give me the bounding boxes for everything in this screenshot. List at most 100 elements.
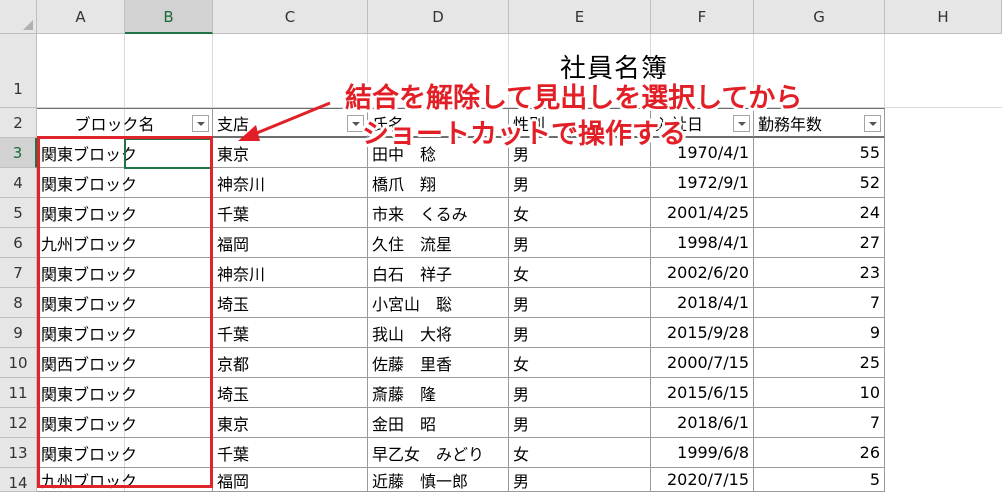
cell-gender[interactable]: 男 — [509, 228, 651, 258]
dropdown-arrow-icon[interactable] — [192, 115, 209, 132]
cell-name[interactable]: 佐藤 里香 — [368, 348, 509, 378]
column-header-g[interactable]: G — [754, 0, 885, 34]
cell-gender[interactable]: 女 — [509, 348, 651, 378]
column-header-d[interactable]: D — [368, 0, 509, 34]
cell-hire-date[interactable]: 2000/7/15 — [651, 348, 754, 378]
cell-years[interactable]: 9 — [754, 318, 885, 348]
cell-hire-date[interactable]: 2018/6/1 — [651, 408, 754, 438]
cell-name[interactable]: 我山 大将 — [368, 318, 509, 348]
row-header-5[interactable]: 5 — [0, 198, 37, 228]
cell-block[interactable]: 関東ブロック — [37, 318, 213, 348]
cell-hire-date[interactable]: 1998/4/1 — [651, 228, 754, 258]
cell-years[interactable]: 25 — [754, 348, 885, 378]
row-header-3[interactable]: 3 — [0, 138, 37, 168]
cell-hire-date[interactable]: 2015/6/15 — [651, 378, 754, 408]
cell-branch[interactable]: 千葉 — [213, 318, 368, 348]
row-header-13[interactable]: 13 — [0, 438, 37, 468]
cell-name[interactable]: 近藤 慎一郎 — [368, 468, 509, 492]
cell-hire-date[interactable]: 2002/6/20 — [651, 258, 754, 288]
row-header-14[interactable]: 14 — [0, 468, 37, 492]
cell-years[interactable]: 52 — [754, 168, 885, 198]
cell-block[interactable]: 関西ブロック — [37, 348, 213, 378]
cell-hire-date[interactable]: 2001/4/25 — [651, 198, 754, 228]
cell-gender[interactable]: 男 — [509, 408, 651, 438]
cell-name[interactable]: 白石 祥子 — [368, 258, 509, 288]
cell-branch[interactable]: 神奈川 — [213, 258, 368, 288]
cell-name[interactable]: 市来 くるみ — [368, 198, 509, 228]
cell-years[interactable]: 23 — [754, 258, 885, 288]
cell-branch[interactable]: 京都 — [213, 348, 368, 378]
cell-hire-date[interactable]: 1999/6/8 — [651, 438, 754, 468]
header-cell-block[interactable]: ブロック名 — [37, 108, 213, 138]
cell-branch[interactable]: 千葉 — [213, 198, 368, 228]
cell-branch[interactable]: 埼玉 — [213, 378, 368, 408]
cell-years[interactable]: 55 — [754, 138, 885, 168]
cell-name[interactable]: 久住 流星 — [368, 228, 509, 258]
cell-years[interactable]: 7 — [754, 288, 885, 318]
cell-branch[interactable]: 福岡 — [213, 228, 368, 258]
cell-name[interactable]: 早乙女 みどり — [368, 438, 509, 468]
callout-line-1: 結合を解除して見出しを選択してから — [345, 83, 803, 114]
row-header-12[interactable]: 12 — [0, 408, 37, 438]
row-header-11[interactable]: 11 — [0, 378, 37, 408]
callout-arrow — [238, 101, 331, 141]
row-header-9[interactable]: 9 — [0, 318, 37, 348]
row-header-2[interactable]: 2 — [0, 108, 37, 138]
row-header-1[interactable]: 1 — [0, 34, 37, 108]
cell-gender[interactable]: 男 — [509, 288, 651, 318]
cell-branch[interactable]: 福岡 — [213, 468, 368, 492]
cell-gender[interactable]: 男 — [509, 468, 651, 492]
column-header-c[interactable]: C — [213, 0, 368, 34]
column-header-f[interactable]: F — [651, 0, 754, 34]
cell-block[interactable]: 関東ブロック — [37, 168, 213, 198]
dropdown-arrow-icon[interactable] — [864, 115, 881, 132]
callout-line-2: ショートカットで操作する — [362, 119, 686, 150]
cell-block[interactable]: 関東ブロック — [37, 378, 213, 408]
row-header-7[interactable]: 7 — [0, 258, 37, 288]
column-header-h[interactable]: H — [885, 0, 1002, 34]
spreadsheet-grid: A B C D E F G H 1 2 3 4 5 6 7 8 9 10 11 … — [0, 0, 1002, 492]
select-all-corner[interactable] — [0, 0, 37, 34]
cell-name[interactable]: 金田 昭 — [368, 408, 509, 438]
column-header-b[interactable]: B — [125, 0, 213, 34]
cell-gender[interactable]: 男 — [509, 378, 651, 408]
dropdown-arrow-icon[interactable] — [733, 115, 750, 132]
cell-branch[interactable]: 東京 — [213, 408, 368, 438]
row-header-6[interactable]: 6 — [0, 228, 37, 258]
cell-block[interactable]: 関東ブロック — [37, 288, 213, 318]
cell-block[interactable]: 九州ブロック — [37, 468, 213, 492]
cell-block[interactable]: 関東ブロック — [37, 438, 213, 468]
cell-gender[interactable]: 女 — [509, 438, 651, 468]
cell-branch[interactable]: 千葉 — [213, 438, 368, 468]
row-header-8[interactable]: 8 — [0, 288, 37, 318]
cell-gender[interactable]: 男 — [509, 318, 651, 348]
cell-block[interactable]: 関東ブロック — [37, 258, 213, 288]
cell-years[interactable]: 5 — [754, 468, 885, 492]
header-label: ブロック名 — [74, 114, 155, 134]
cell-gender[interactable]: 女 — [509, 198, 651, 228]
cell-hire-date[interactable]: 2020/7/15 — [651, 468, 754, 492]
cell-block[interactable]: 関東ブロック — [37, 198, 213, 228]
cell-years[interactable]: 24 — [754, 198, 885, 228]
cell-gender[interactable]: 男 — [509, 168, 651, 198]
cell-name[interactable]: 橋爪 翔 — [368, 168, 509, 198]
cell-branch[interactable]: 埼玉 — [213, 288, 368, 318]
cell-hire-date[interactable]: 2015/9/28 — [651, 318, 754, 348]
cell-gender[interactable]: 女 — [509, 258, 651, 288]
column-header-e[interactable]: E — [509, 0, 651, 34]
row-header-4[interactable]: 4 — [0, 168, 37, 198]
cell-branch[interactable]: 神奈川 — [213, 168, 368, 198]
cell-name[interactable]: 小宮山 聡 — [368, 288, 509, 318]
cell-years[interactable]: 7 — [754, 408, 885, 438]
cell-years[interactable]: 10 — [754, 378, 885, 408]
cell-block[interactable]: 関東ブロック — [37, 408, 213, 438]
cell-years[interactable]: 26 — [754, 438, 885, 468]
column-header-a[interactable]: A — [37, 0, 125, 34]
cell-name[interactable]: 斎藤 隆 — [368, 378, 509, 408]
cell-years[interactable]: 27 — [754, 228, 885, 258]
cell-block[interactable]: 九州ブロック — [37, 228, 213, 258]
row-header-10[interactable]: 10 — [0, 348, 37, 378]
cell-hire-date[interactable]: 1972/9/1 — [651, 168, 754, 198]
cell-block[interactable]: 関東ブロック — [37, 138, 213, 168]
cell-hire-date[interactable]: 2018/4/1 — [651, 288, 754, 318]
